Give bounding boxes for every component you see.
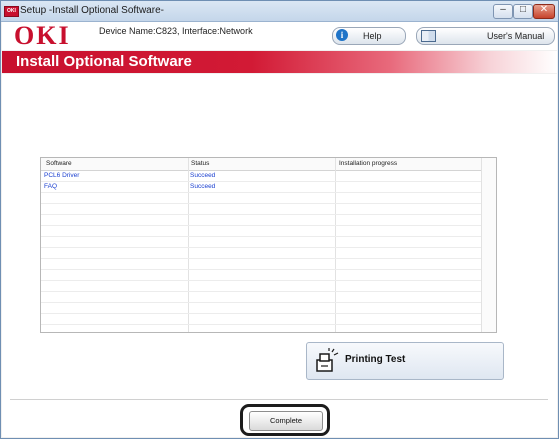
minimize-button[interactable]: – <box>493 4 513 19</box>
main-content: Software Status Installation progress PC… <box>2 74 557 437</box>
software-table: Software Status Installation progress PC… <box>40 157 497 333</box>
setup-window: OKI Setup -Install Optional Software- – … <box>0 0 559 439</box>
table-row-empty <box>41 215 481 226</box>
info-icon: i <box>336 29 348 41</box>
table-row-empty <box>41 292 481 303</box>
column-header-progress[interactable]: Installation progress <box>339 160 397 167</box>
column-header-status[interactable]: Status <box>191 160 209 167</box>
device-info: Device Name:C823, Interface:Network <box>99 26 253 36</box>
table-row-empty <box>41 303 481 314</box>
complete-button-highlight: Complete <box>240 404 330 436</box>
close-icon: ✕ <box>539 4 549 15</box>
printer-icon <box>316 348 339 372</box>
table-row-empty <box>41 270 481 281</box>
oki-logo: OKI <box>14 21 71 50</box>
minimize-icon: – <box>500 4 506 15</box>
page-title: Install Optional Software <box>16 53 192 70</box>
table-header: Software Status Installation progress <box>41 158 496 171</box>
header-bar: OKI Device Name:C823, Interface:Network … <box>2 22 557 50</box>
help-button[interactable]: i Help <box>332 27 406 45</box>
table-row-empty <box>41 204 481 215</box>
title-bar[interactable]: OKI Setup -Install Optional Software- – … <box>1 1 558 22</box>
maximize-icon: □ <box>519 4 527 15</box>
page-banner: Install Optional Software <box>2 51 557 73</box>
complete-button[interactable]: Complete <box>249 411 323 431</box>
status-cell: Succeed <box>190 183 216 190</box>
table-row-empty <box>41 314 481 325</box>
table-row-empty <box>41 237 481 248</box>
help-label: Help <box>363 31 382 41</box>
table-row-empty <box>41 226 481 237</box>
software-cell: PCL6 Driver <box>44 172 80 179</box>
oki-app-icon: OKI <box>4 6 19 17</box>
status-cell: Succeed <box>190 172 216 179</box>
close-button[interactable]: ✕ <box>533 4 555 19</box>
table-row[interactable]: FAQ Succeed <box>41 182 481 193</box>
window-title: Setup -Install Optional Software- <box>20 5 164 16</box>
table-row[interactable]: PCL6 Driver Succeed <box>41 171 481 182</box>
table-row-empty <box>41 259 481 270</box>
footer-divider <box>10 399 548 400</box>
printing-test-label: Printing Test <box>345 354 406 365</box>
table-scroll-area[interactable] <box>481 158 496 332</box>
users-manual-button[interactable]: User's Manual <box>416 27 555 45</box>
table-row-empty <box>41 325 481 332</box>
users-manual-label: User's Manual <box>487 31 545 41</box>
maximize-button[interactable]: □ <box>513 4 533 19</box>
printing-test-button[interactable]: Printing Test <box>306 342 504 380</box>
table-row-empty <box>41 281 481 292</box>
book-icon <box>421 30 436 42</box>
software-cell: FAQ <box>44 183 58 190</box>
table-row-empty <box>41 193 481 204</box>
table-row-empty <box>41 248 481 259</box>
column-header-software[interactable]: Software <box>46 160 72 167</box>
